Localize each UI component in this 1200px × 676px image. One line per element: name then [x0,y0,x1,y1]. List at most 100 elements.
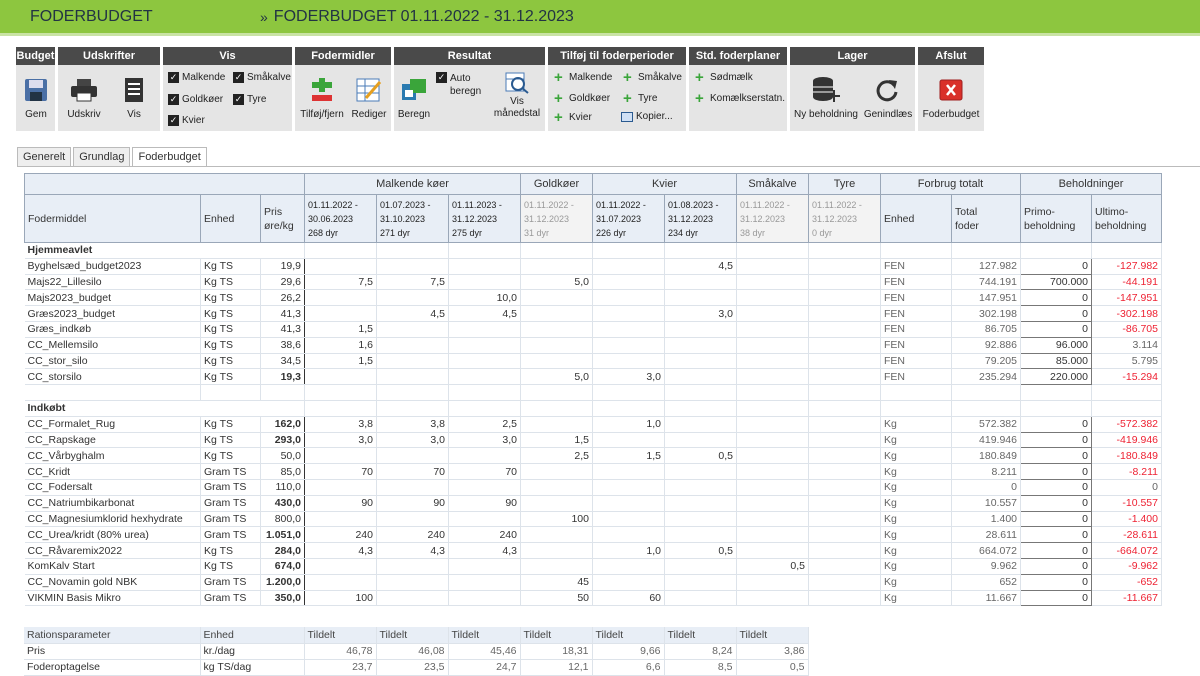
feed-price[interactable]: 674,0 [260,558,305,575]
add-kvier-button[interactable]: + Kvier [554,110,592,125]
feed-name[interactable]: Majs2023_budget [24,289,201,307]
feed-amount-cell[interactable]: 2,5 [520,447,593,465]
primo-stock[interactable]: 0 [1020,463,1092,480]
col-period[interactable]: 01.11.2022 - 31.12.2023 31 dyr [520,194,593,243]
feed-amount-cell[interactable] [808,289,881,307]
feed-price[interactable]: 26,2 [260,289,305,307]
feed-amount-cell[interactable] [448,511,521,528]
feed-name[interactable]: CC_Mellemsilo [24,337,201,354]
feed-amount-cell[interactable] [808,463,881,480]
feed-amount-cell[interactable] [448,258,521,275]
feed-amount-cell[interactable] [808,511,881,528]
feed-amount-cell[interactable] [448,574,521,591]
feed-amount-cell[interactable] [520,289,593,307]
feed-price[interactable]: 350,0 [260,590,305,607]
tab-foderbudget[interactable]: Foderbudget [132,147,207,167]
feed-amount-cell[interactable] [592,305,665,322]
primo-stock[interactable]: 0 [1020,573,1092,591]
feed-name[interactable]: CC_Vårbyghalm [24,447,201,465]
feed-amount-cell[interactable] [736,258,809,275]
feed-amount-cell[interactable] [448,321,521,338]
new-stock-button[interactable]: Ny beholdning [792,75,860,121]
add-tyre-button[interactable]: + Tyre [623,91,657,106]
feed-amount-cell[interactable]: 3,8 [376,416,449,433]
feed-amount-cell[interactable] [592,432,665,449]
feed-amount-cell[interactable] [664,353,737,370]
show-malkende-checkbox[interactable]: ✓ Malkende [168,72,225,83]
feed-amount-cell[interactable] [448,353,521,370]
feed-amount-cell[interactable] [736,416,809,433]
feed-amount-cell[interactable] [376,258,449,275]
feed-price[interactable]: 110,0 [260,479,305,496]
col-period[interactable]: 01.11.2022 - 31.12.2023 0 dyr [808,194,881,243]
feed-amount-cell[interactable] [304,558,377,575]
primo-stock[interactable]: 220.000 [1020,368,1092,386]
primo-stock[interactable]: 0 [1020,510,1092,528]
monthly-figures-button[interactable]: Vis månedstal [490,71,544,120]
feed-amount-cell[interactable] [592,495,665,512]
feed-amount-cell[interactable] [376,511,449,528]
feed-price[interactable]: 34,5 [260,353,305,370]
feed-amount-cell[interactable] [736,274,809,291]
feed-amount-cell[interactable] [808,542,881,559]
feed-name[interactable]: CC_Novamin gold NBK [24,574,201,591]
feed-amount-cell[interactable]: 7,5 [304,274,377,291]
feed-amount-cell[interactable]: 100 [520,511,593,528]
feed-name[interactable]: CC_storsilo [24,368,201,386]
tab-generelt[interactable]: Generelt [17,147,72,166]
feed-name[interactable]: CC_Fodersalt [24,479,201,496]
primo-stock[interactable]: 0 [1020,526,1092,544]
feed-amount-cell[interactable] [592,289,665,307]
feed-amount-cell[interactable] [736,463,809,480]
feed-name[interactable]: CC_Urea/kridt (80% urea) [24,526,201,544]
feed-amount-cell[interactable] [592,274,665,291]
feed-amount-cell[interactable] [448,479,521,496]
feed-amount-cell[interactable]: 240 [376,526,449,544]
feed-amount-cell[interactable] [304,305,377,322]
feed-amount-cell[interactable]: 50 [520,590,593,607]
feed-amount-cell[interactable] [304,289,377,307]
feed-amount-cell[interactable]: 4,3 [304,542,377,559]
feed-amount-cell[interactable] [664,337,737,354]
feed-amount-cell[interactable] [520,526,593,544]
std-komaelk-button[interactable]: + Komælkserstatn. [695,91,785,106]
feed-name[interactable]: CC_Formalet_Rug [24,416,201,433]
feed-amount-cell[interactable] [808,258,881,275]
primo-stock[interactable]: 85.000 [1020,352,1092,370]
auto-calculate-checkbox[interactable]: ✓ Auto beregn [436,72,481,98]
feed-amount-cell[interactable] [376,289,449,307]
feed-amount-cell[interactable] [592,337,665,354]
feed-amount-cell[interactable]: 1,5 [304,353,377,370]
feed-amount-cell[interactable] [664,463,737,480]
feed-amount-cell[interactable] [808,495,881,512]
feed-amount-cell[interactable] [520,305,593,322]
feed-name[interactable]: Byghelsæd_budget2023 [24,258,201,275]
feed-name[interactable]: CC_Magnesiumklorid hexhydrate [24,511,201,528]
feed-amount-cell[interactable]: 45 [520,574,593,591]
feed-name[interactable]: Majs22_Lillesilo [24,274,201,291]
feed-amount-cell[interactable] [448,558,521,575]
col-pris[interactable]: Pris øre/kg [260,194,305,243]
feed-amount-cell[interactable] [304,511,377,528]
col-period[interactable]: 01.11.2022 - 30.06.2023 268 dyr [304,194,377,243]
feed-amount-cell[interactable]: 0,5 [664,542,737,559]
feed-amount-cell[interactable] [520,558,593,575]
add-remove-feed-button[interactable]: Tilføj/fjern [297,75,347,121]
feed-price[interactable]: 293,0 [260,432,305,449]
primo-stock[interactable]: 0 [1020,542,1092,559]
show-kvier-checkbox[interactable]: ✓ Kvier [168,115,205,126]
feed-amount-cell[interactable] [736,432,809,449]
feed-amount-cell[interactable]: 60 [592,590,665,607]
feed-name[interactable]: Græs2023_budget [24,305,201,322]
feed-amount-cell[interactable] [376,590,449,607]
feed-amount-cell[interactable] [808,479,881,496]
col-period[interactable]: 01.11.2022 - 31.12.2023 38 dyr [736,194,809,243]
feed-amount-cell[interactable]: 4,3 [448,542,521,559]
primo-stock[interactable]: 0 [1020,415,1092,433]
feed-name[interactable]: CC_Kridt [24,463,201,480]
feed-amount-cell[interactable] [520,416,593,433]
feed-amount-cell[interactable] [736,321,809,338]
feed-amount-cell[interactable] [592,511,665,528]
feed-price[interactable]: 1.051,0 [260,526,305,544]
feed-amount-cell[interactable]: 100 [304,590,377,607]
